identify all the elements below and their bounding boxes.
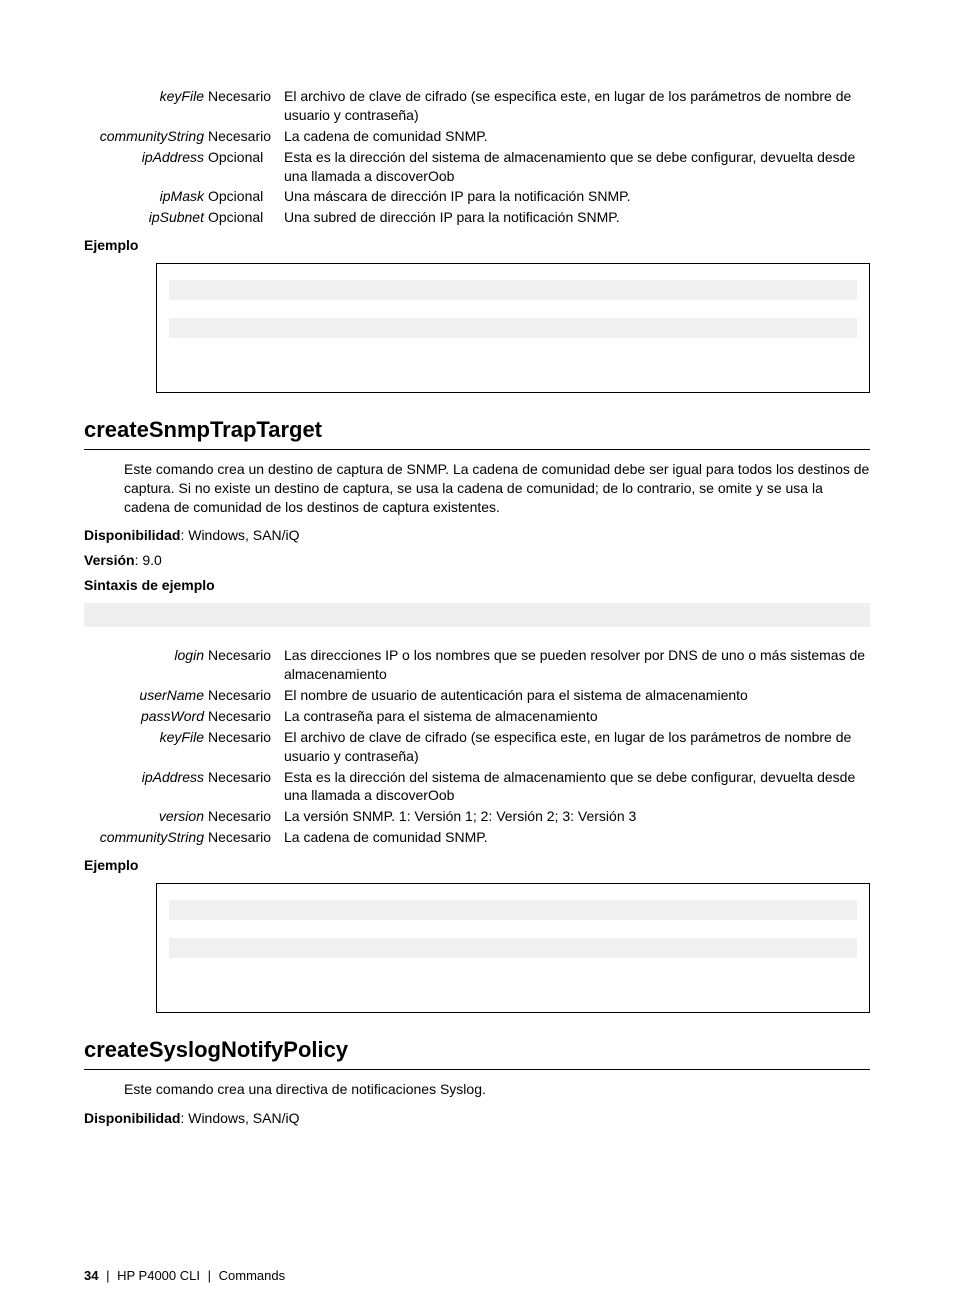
param-row: loginNecesarioLas direcciones IP o los n… <box>84 645 870 685</box>
availability-line: Disponibilidad: Windows, SAN/iQ <box>84 1109 870 1128</box>
param-required: Necesario <box>208 645 284 685</box>
param-required: Opcional <box>208 186 284 207</box>
param-required: Necesario <box>208 767 284 807</box>
page-number: 34 <box>84 1268 98 1283</box>
param-name: ipAddress <box>84 767 208 807</box>
param-name: communityString <box>84 126 208 147</box>
param-row: communityStringNecesarioLa cadena de com… <box>84 126 870 147</box>
param-row: userNameNecesarioEl nombre de usuario de… <box>84 685 870 706</box>
param-row: ipAddressOpcionalEsta es la dirección de… <box>84 147 870 187</box>
footer-section: Commands <box>219 1268 285 1283</box>
param-description: Las direcciones IP o los nombres que se … <box>284 645 870 685</box>
availability-value: : Windows, SAN/iQ <box>180 1110 299 1126</box>
param-description: El archivo de clave de cifrado (se espec… <box>284 86 870 126</box>
section-intro: Este comando crea un destino de captura … <box>124 460 870 517</box>
footer-product: HP P4000 CLI <box>117 1268 200 1283</box>
availability-label: Disponibilidad <box>84 527 180 543</box>
param-description: Esta es la dirección del sistema de alma… <box>284 147 870 187</box>
code-line-placeholder <box>169 280 857 300</box>
example-label: Ejemplo <box>84 856 870 875</box>
param-required: Necesario <box>208 806 284 827</box>
code-line-placeholder <box>169 318 857 338</box>
param-description: El archivo de clave de cifrado (se espec… <box>284 727 870 767</box>
param-name: keyFile <box>84 86 208 126</box>
param-name: version <box>84 806 208 827</box>
code-line-placeholder <box>169 900 857 920</box>
version-value: : 9.0 <box>135 552 162 568</box>
section-intro: Este comando crea una directiva de notif… <box>124 1080 870 1099</box>
param-description: El nombre de usuario de autenticación pa… <box>284 685 870 706</box>
param-description: Una subred de dirección IP para la notif… <box>284 207 870 228</box>
param-row: communityStringNecesarioLa cadena de com… <box>84 827 870 848</box>
param-required: Necesario <box>208 126 284 147</box>
syntax-label: Sintaxis de ejemplo <box>84 576 870 595</box>
param-required: Opcional <box>208 147 284 187</box>
param-name: keyFile <box>84 727 208 767</box>
availability-value: : Windows, SAN/iQ <box>180 527 299 543</box>
example-box <box>156 883 870 1013</box>
example-box <box>156 263 870 393</box>
heading-createSyslogNotifyPolicy: createSyslogNotifyPolicy <box>84 1035 870 1070</box>
param-name: communityString <box>84 827 208 848</box>
param-row: keyFileNecesarioEl archivo de clave de c… <box>84 86 870 126</box>
param-required: Necesario <box>208 706 284 727</box>
param-row: ipMaskOpcionalUna máscara de dirección I… <box>84 186 870 207</box>
param-description: La contraseña para el sistema de almacen… <box>284 706 870 727</box>
param-required: Necesario <box>208 727 284 767</box>
param-required: Opcional <box>208 207 284 228</box>
param-row: keyFileNecesarioEl archivo de clave de c… <box>84 727 870 767</box>
param-required: Necesario <box>208 86 284 126</box>
param-description: Esta es la dirección del sistema de alma… <box>284 767 870 807</box>
param-description: La cadena de comunidad SNMP. <box>284 126 870 147</box>
param-table-top: keyFileNecesarioEl archivo de clave de c… <box>84 86 870 228</box>
param-name: ipAddress <box>84 147 208 187</box>
param-name: login <box>84 645 208 685</box>
param-row: ipAddressNecesarioEsta es la dirección d… <box>84 767 870 807</box>
param-description: La cadena de comunidad SNMP. <box>284 827 870 848</box>
param-name: ipSubnet <box>84 207 208 228</box>
availability-line: Disponibilidad: Windows, SAN/iQ <box>84 526 870 545</box>
param-required: Necesario <box>208 685 284 706</box>
param-name: passWord <box>84 706 208 727</box>
param-table-section1: loginNecesarioLas direcciones IP o los n… <box>84 645 870 848</box>
param-description: Una máscara de dirección IP para la noti… <box>284 186 870 207</box>
syntax-example-bar <box>84 603 870 627</box>
code-line-placeholder <box>169 938 857 958</box>
param-description: La versión SNMP. 1: Versión 1; 2: Versió… <box>284 806 870 827</box>
version-line: Versión: 9.0 <box>84 551 870 570</box>
param-row: versionNecesarioLa versión SNMP. 1: Vers… <box>84 806 870 827</box>
param-name: ipMask <box>84 186 208 207</box>
page-footer: 34 | HP P4000 CLI | Commands <box>84 1267 870 1285</box>
example-label: Ejemplo <box>84 236 870 255</box>
heading-createSnmpTrapTarget: createSnmpTrapTarget <box>84 415 870 450</box>
param-required: Necesario <box>208 827 284 848</box>
param-row: passWordNecesarioLa contraseña para el s… <box>84 706 870 727</box>
param-name: userName <box>84 685 208 706</box>
version-label: Versión <box>84 552 135 568</box>
param-row: ipSubnetOpcionalUna subred de dirección … <box>84 207 870 228</box>
availability-label: Disponibilidad <box>84 1110 180 1126</box>
